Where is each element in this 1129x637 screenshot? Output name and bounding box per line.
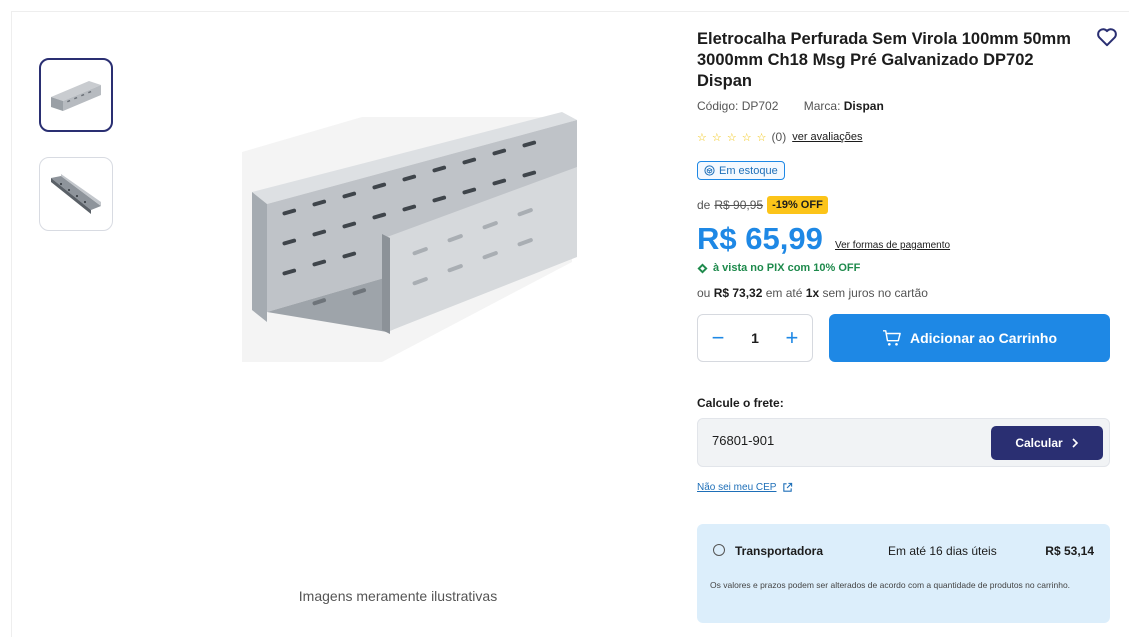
- thumbnail-2[interactable]: [39, 157, 113, 231]
- unknown-cep-label: Não sei meu CEP: [697, 482, 777, 493]
- delivery-eta: Em até 16 dias úteis: [888, 544, 997, 558]
- brand-value: Dispan: [843, 99, 884, 113]
- shipping-option-radio[interactable]: [713, 544, 725, 556]
- discount-badge: -19% OFF: [767, 196, 828, 214]
- inst-count: 1x: [805, 286, 820, 300]
- chevron-right-icon: [1072, 438, 1078, 448]
- old-price-row: de R$ 90,95 -19% OFF: [697, 196, 828, 214]
- calculate-shipping-button[interactable]: Calcular: [991, 426, 1103, 460]
- rating-row: ☆ ☆ ☆ ☆ ☆ (0) ver avaliações: [697, 130, 863, 144]
- installments-info: ou R$ 73,32 em até 1x sem juros no cartã…: [697, 286, 928, 300]
- rating-count: (0): [771, 130, 787, 144]
- pix-offer: à vista no PIX com 10% OFF: [697, 262, 860, 274]
- inst-value: R$ 73,32: [713, 286, 763, 300]
- product-main-image: [212, 112, 582, 362]
- inst-mid: em até: [765, 286, 803, 300]
- shipping-label: Calcule o frete:: [697, 396, 784, 410]
- unknown-cep-link[interactable]: Não sei meu CEP: [697, 482, 793, 493]
- pix-text: à vista no PIX com 10% OFF: [713, 262, 861, 274]
- heart-icon[interactable]: [1096, 27, 1118, 47]
- rating-stars: ☆ ☆ ☆ ☆ ☆: [697, 131, 768, 144]
- stock-label: Em estoque: [719, 164, 778, 177]
- inst-prefix: ou: [697, 286, 711, 300]
- cep-form: Calcular: [697, 418, 1110, 467]
- old-price-prefix: de: [697, 198, 711, 212]
- pix-icon: [697, 262, 708, 274]
- product-title: Eletrocalha Perfurada Sem Virola 100mm 5…: [697, 30, 1071, 90]
- add-to-cart-label: Adicionar ao Carrinho: [909, 330, 1058, 346]
- cep-input[interactable]: [710, 432, 964, 449]
- current-price: R$ 65,99: [697, 221, 823, 256]
- stock-box-icon: [704, 165, 715, 176]
- shipping-disclaimer: Os valores e prazos podem ser alterados …: [710, 580, 1071, 590]
- tray-angle-thumbnail-image: [51, 174, 101, 214]
- quantity-stepper: − 1 +: [697, 314, 813, 362]
- decrease-quantity-button[interactable]: −: [708, 327, 728, 349]
- quantity-value[interactable]: 1: [751, 330, 759, 346]
- external-link-icon: [783, 482, 793, 492]
- calculate-label: Calcular: [1015, 436, 1063, 450]
- image-disclaimer: Imagens meramente ilustrativas: [298, 588, 498, 604]
- reviews-link[interactable]: ver avaliações: [792, 131, 862, 143]
- payment-options-link[interactable]: Ver formas de pagamento: [835, 240, 950, 251]
- inst-suffix: sem juros no cartão: [822, 286, 928, 300]
- shipping-option-card: Transportadora Em até 16 dias úteis R$ 5…: [697, 524, 1110, 623]
- stock-badge: Em estoque: [697, 161, 785, 180]
- carrier-name: Transportadora: [735, 544, 824, 558]
- increase-quantity-button[interactable]: +: [782, 327, 802, 349]
- old-price: R$ 90,95: [714, 198, 764, 212]
- thumbnail-1[interactable]: [39, 58, 113, 132]
- product-code: Código: DP702: [697, 99, 779, 113]
- shipping-price: R$ 53,14: [1045, 544, 1094, 558]
- tray-thumbnail-image: [51, 81, 101, 111]
- cart-icon: [882, 330, 901, 346]
- product-meta: Código: DP702 Marca: Dispan: [697, 99, 884, 113]
- add-to-cart-button[interactable]: Adicionar ao Carrinho: [829, 314, 1110, 362]
- brand-label: Marca:: [803, 99, 841, 113]
